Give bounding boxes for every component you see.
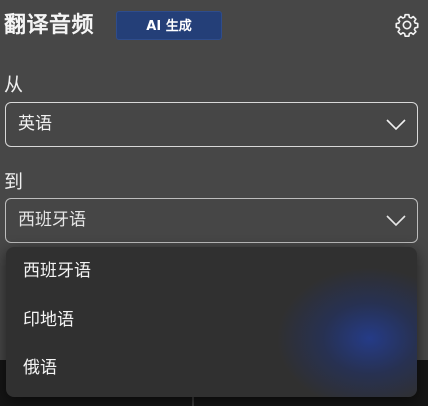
- dropdown-option-hindi[interactable]: 印地语: [23, 308, 74, 332]
- page-title: 翻译音频: [4, 13, 95, 38]
- to-label: 到: [4, 171, 24, 193]
- source-language-select[interactable]: 英语: [5, 102, 418, 147]
- source-language-value: 英语: [18, 114, 52, 134]
- from-label: 从: [4, 74, 24, 96]
- gear-icon[interactable]: [394, 12, 420, 38]
- dropdown-option-spanish[interactable]: 西班牙语: [23, 259, 91, 283]
- ai-generated-badge: AI 生成: [116, 11, 222, 40]
- chevron-down-icon: [386, 119, 406, 131]
- chevron-down-icon: [386, 215, 406, 227]
- decorative-glow: [276, 267, 417, 397]
- translate-audio-panel: 翻译音频 AI 生成 从 英语 到 西班牙语 西班牙语 印地语 俄语: [0, 0, 428, 406]
- target-language-value: 西班牙语: [18, 210, 86, 230]
- language-dropdown-menu: 西班牙语 印地语 俄语: [6, 247, 417, 397]
- dropdown-option-russian[interactable]: 俄语: [23, 356, 57, 380]
- target-language-select[interactable]: 西班牙语: [5, 198, 418, 243]
